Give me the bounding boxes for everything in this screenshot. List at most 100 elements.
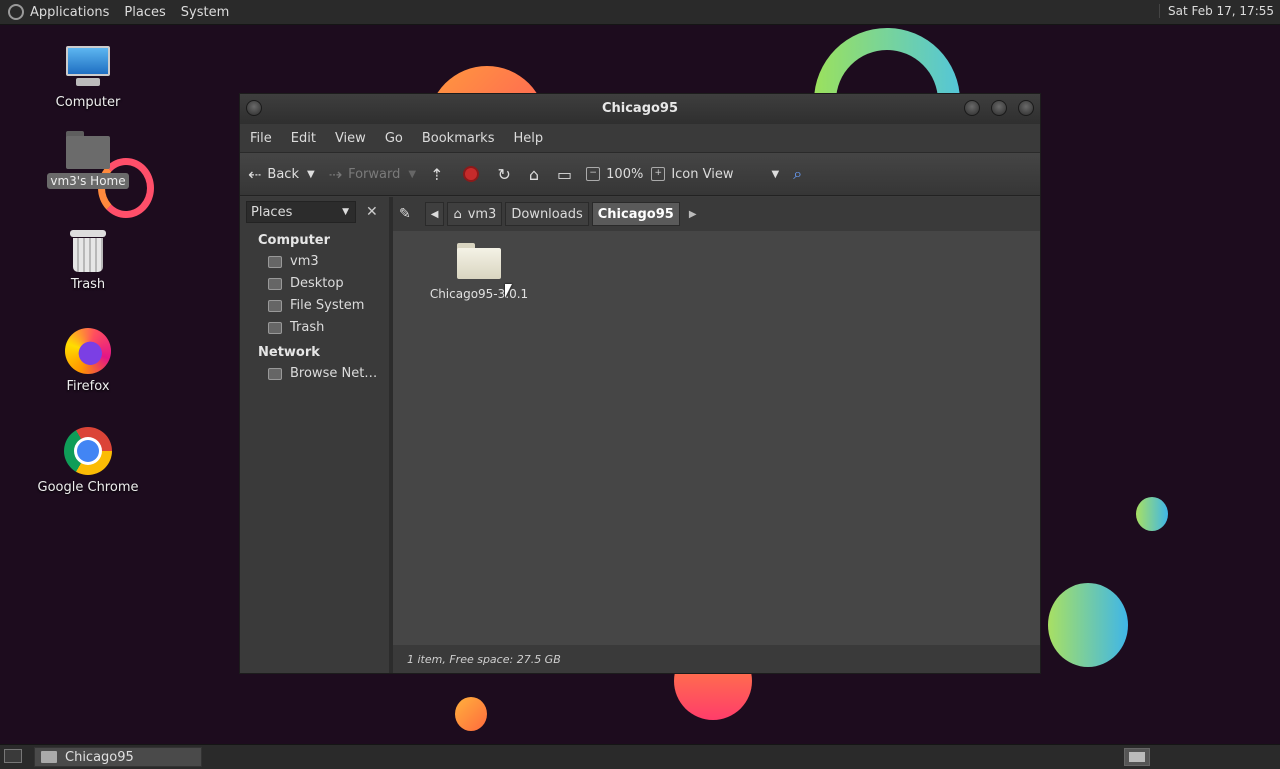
top-panel: Applications Places System Sat Feb 17, 1…: [0, 0, 1280, 25]
mouse-cursor-icon: [505, 284, 512, 298]
zoom-level: 100%: [606, 166, 644, 182]
forward-button[interactable]: ⇢ Forward: [329, 165, 401, 184]
toolbar: ⇠ Back ▼ ⇢ Forward ▼ ⇡ ↻ ⌂ ▭ − 100% + Ic…: [240, 152, 1040, 196]
file-view: ✎ ◀ ⌂ vm3 Downloads Chicago95 ▶ Chicago9…: [393, 197, 1040, 673]
back-history-dropdown[interactable]: ▼: [307, 169, 315, 180]
up-arrow-icon[interactable]: ⇡: [430, 165, 443, 184]
applications-menu[interactable]: Applications: [30, 5, 109, 20]
sidebar-selector[interactable]: Places ▼: [246, 201, 356, 223]
sidebar-item-label: vm3: [290, 254, 319, 269]
path-segment-chicago95[interactable]: Chicago95: [591, 202, 680, 226]
status-bar: 1 item, Free space: 27.5 GB: [393, 645, 1040, 673]
forward-arrow-icon: ⇢: [328, 164, 343, 184]
close-button[interactable]: [1018, 100, 1034, 116]
home-icon[interactable]: ⌂: [529, 165, 539, 184]
desktop-icon-label: Google Chrome: [37, 480, 139, 495]
system-menu[interactable]: System: [181, 5, 229, 20]
path-segment-label: Chicago95: [597, 206, 674, 222]
desktop-icon-computer[interactable]: Computer: [33, 46, 143, 111]
sidebar-selector-label: Places: [251, 204, 293, 220]
menu-go[interactable]: Go: [385, 131, 403, 146]
sidebar-item-file-system[interactable]: File System: [240, 295, 389, 317]
wallpaper-small-blue-circle: [1136, 497, 1168, 531]
sidebar-item-vm3[interactable]: vm3: [240, 251, 389, 273]
path-scroll-left[interactable]: ◀: [424, 202, 445, 226]
desktop-icon-label: Computer: [55, 95, 121, 110]
menu-bookmarks[interactable]: Bookmarks: [422, 131, 495, 146]
sidebar-close-icon[interactable]: ✕: [366, 204, 378, 220]
home-folder-icon: [66, 131, 110, 169]
window-titlebar[interactable]: Chicago95: [240, 94, 1040, 124]
sidebar-item-label: Trash: [290, 320, 325, 335]
menu-file[interactable]: File: [250, 131, 272, 146]
minimize-button[interactable]: [964, 100, 980, 116]
zoom-in-icon[interactable]: +: [651, 167, 666, 181]
path-segment-label: vm3: [467, 206, 497, 222]
window-menu-icon[interactable]: [246, 100, 262, 116]
places-menu[interactable]: Places: [124, 5, 165, 20]
chevron-down-icon: ▼: [342, 207, 349, 217]
stop-icon[interactable]: [463, 166, 480, 182]
trash-icon: [268, 321, 282, 334]
zoom-out-icon[interactable]: −: [586, 167, 601, 181]
taskbar-item-chicago95[interactable]: Chicago95: [34, 747, 202, 767]
trash-icon: [70, 230, 106, 272]
view-mode-select[interactable]: Icon View: [671, 167, 733, 182]
sidebar-item-label: File System: [290, 298, 365, 313]
search-icon[interactable]: ⌕: [793, 164, 802, 184]
sidebar-item-label: Browse Net…: [290, 366, 378, 381]
menu-edit[interactable]: Edit: [291, 131, 316, 146]
menu-help[interactable]: Help: [513, 131, 543, 146]
back-arrow-icon: ⇠: [248, 164, 262, 184]
maximize-button[interactable]: [991, 100, 1007, 116]
computer-icon[interactable]: ▭: [557, 165, 572, 184]
reload-icon[interactable]: ↻: [497, 165, 510, 184]
taskbar-item-label: Chicago95: [65, 749, 134, 765]
menu-view[interactable]: View: [335, 131, 366, 146]
show-desktop-icon[interactable]: [4, 749, 22, 763]
clock[interactable]: Sat Feb 17, 17:55: [1158, 4, 1274, 18]
path-segment-label: Downloads: [511, 206, 583, 222]
forward-label: Forward: [348, 166, 401, 182]
chevron-left-icon: ◀: [430, 208, 439, 220]
sidebar-section-network: Network: [258, 345, 320, 360]
view-mode-dropdown-icon[interactable]: ▼: [771, 169, 779, 180]
drive-icon: [268, 299, 282, 312]
bottom-panel: Chicago95: [0, 744, 1280, 769]
file-manager-window: Chicago95 File Edit View Go Bookmarks He…: [239, 93, 1041, 674]
firefox-icon: [65, 328, 111, 374]
forward-history-dropdown[interactable]: ▼: [408, 169, 416, 180]
wallpaper-blue-circle: [1048, 583, 1128, 667]
desktop-icon-trash[interactable]: Trash: [33, 230, 143, 293]
desktop-folder-icon: [268, 277, 282, 290]
file-item-folder[interactable]: Chicago95-3.0.1: [419, 243, 539, 301]
chevron-right-icon[interactable]: ▶: [689, 209, 697, 220]
content-area: Places ▼ ✕ Computer vm3 Desktop File Sys…: [240, 197, 1040, 673]
workspace-switcher[interactable]: [1124, 748, 1150, 766]
computer-icon: [64, 46, 112, 90]
back-label: Back: [267, 166, 299, 182]
desktop-icon-label: Firefox: [66, 379, 110, 394]
sidebar-item-desktop[interactable]: Desktop: [240, 273, 389, 295]
home-folder-icon: [268, 255, 282, 268]
window-title: Chicago95: [601, 101, 679, 116]
path-segment-downloads[interactable]: Downloads: [505, 202, 589, 226]
sidebar-item-trash[interactable]: Trash: [240, 317, 389, 339]
path-bar: ✎ ◀ ⌂ vm3 Downloads Chicago95 ▶: [393, 197, 1040, 231]
desktop-icon-home[interactable]: vm3's Home: [33, 131, 143, 189]
path-segment-vm3[interactable]: ⌂ vm3: [447, 202, 503, 226]
desktop-icon-label: Trash: [70, 277, 106, 292]
wallpaper-small-orange-circle: [455, 697, 487, 731]
network-icon: [268, 367, 282, 380]
edit-location-icon[interactable]: ✎: [399, 206, 411, 222]
sidebar: Places ▼ ✕ Computer vm3 Desktop File Sys…: [240, 197, 393, 673]
desktop-icon-firefox[interactable]: Firefox: [33, 328, 143, 395]
folder-icon: [457, 243, 501, 279]
sidebar-section-computer: Computer: [258, 233, 331, 248]
desktop-icon-chrome[interactable]: Google Chrome: [33, 427, 143, 496]
home-icon: ⌂: [453, 206, 462, 222]
distro-logo-icon[interactable]: [8, 4, 24, 20]
back-button[interactable]: ⇠ Back: [248, 165, 299, 184]
sidebar-item-browse-network[interactable]: Browse Net…: [240, 363, 389, 385]
chrome-icon: [64, 427, 112, 475]
